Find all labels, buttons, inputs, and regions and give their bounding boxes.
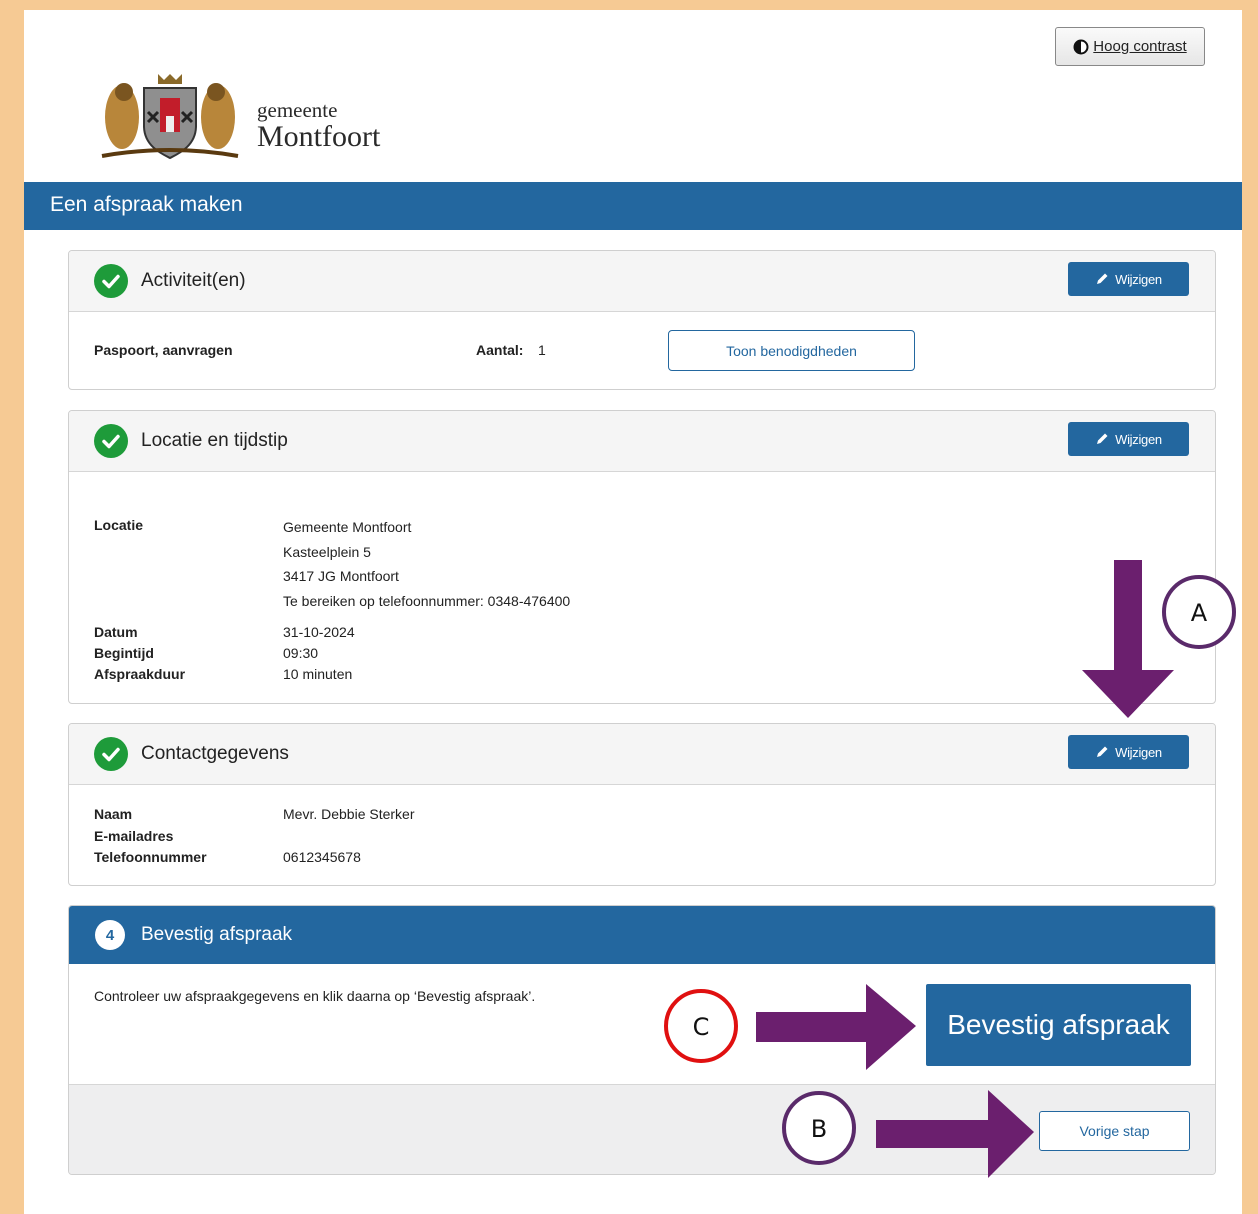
contact-title: Contactgegevens	[141, 743, 289, 764]
location-title: Locatie en tijdstip	[141, 430, 288, 451]
address-line: Te bereiken op telefoonnummer: 0348-4764…	[283, 593, 571, 609]
check-icon	[94, 737, 128, 771]
check-icon	[94, 424, 128, 458]
edit-contact-button[interactable]: Wijzigen	[1068, 735, 1189, 769]
page-title: Een afspraak maken	[24, 182, 1242, 230]
duration-value: 10 minuten	[283, 666, 353, 682]
edit-location-button[interactable]: Wijzigen	[1068, 422, 1189, 456]
count-label: Aantal:	[476, 342, 524, 358]
date-label: Datum	[94, 624, 138, 640]
address-line: 3417 JG Montfoort	[283, 568, 399, 584]
high-contrast-button[interactable]: Hoog contrast	[1055, 27, 1205, 66]
show-requirements-button[interactable]: Toon benodigdheden	[668, 330, 915, 371]
confirm-title: Bevestig afspraak	[141, 924, 293, 945]
name-value: Mevr. Debbie Sterker	[283, 806, 415, 822]
duration-label: Afspraakduur	[94, 666, 186, 682]
name-label: Naam	[94, 806, 133, 822]
confirm-panel: 4 Bevestig afspraak Controleer uw afspra…	[68, 905, 1216, 1175]
confirm-panel-footer: Vorige stap	[69, 1084, 1215, 1174]
confirm-appointment-button[interactable]: Bevestig afspraak	[926, 984, 1191, 1066]
step-number: 4	[95, 920, 125, 950]
contrast-icon	[1073, 39, 1089, 54]
phone-value: 0612345678	[283, 849, 361, 865]
contact-panel-header: Contactgegevens Wijzigen	[69, 724, 1215, 785]
start-time-value: 09:30	[283, 645, 319, 661]
start-time-label: Begintijd	[94, 645, 154, 661]
location-panel-header: Locatie en tijdstip Wijzigen	[69, 411, 1215, 472]
check-icon	[94, 264, 128, 298]
activity-name: Paspoort, aanvragen	[94, 342, 233, 358]
confirm-instruction: Controleer uw afspraakgegevens en klik d…	[94, 988, 536, 1004]
pencil-icon	[1097, 433, 1108, 444]
municipality-name: gemeente Montfoort	[257, 98, 380, 152]
high-contrast-label: Hoog contrast	[1093, 38, 1187, 55]
address-line: Gemeente Montfoort	[283, 519, 412, 535]
edit-label: Wijzigen	[1115, 431, 1162, 447]
pencil-icon	[1097, 273, 1108, 284]
activity-panel-header: Activiteit(en) Wijzigen	[69, 251, 1215, 312]
confirm-panel-header: 4 Bevestig afspraak	[69, 906, 1215, 964]
edit-activity-button[interactable]: Wijzigen	[1068, 262, 1189, 296]
activity-title: Activiteit(en)	[141, 270, 246, 291]
edit-label: Wijzigen	[1115, 271, 1162, 287]
edit-label: Wijzigen	[1115, 744, 1162, 760]
pencil-icon	[1097, 746, 1108, 757]
location-panel: Locatie en tijdstip Wijzigen Locatie Gem…	[68, 410, 1216, 704]
logo-big-text: Montfoort	[257, 120, 381, 153]
coat-of-arms-logo	[101, 74, 239, 160]
activity-panel: Activiteit(en) Wijzigen Paspoort, aanvra…	[68, 250, 1216, 390]
count-value: 1	[538, 342, 546, 358]
previous-step-button[interactable]: Vorige stap	[1039, 1111, 1190, 1151]
location-label: Locatie	[94, 517, 144, 533]
address-line: Kasteelplein 5	[283, 544, 371, 560]
phone-label: Telefoonnummer	[94, 849, 207, 865]
date-value: 31-10-2024	[283, 624, 355, 640]
email-label: E-mailadres	[94, 828, 174, 844]
logo-small-text: gemeente	[257, 98, 338, 122]
contact-panel: Contactgegevens Wijzigen Naam Mevr. Debb…	[68, 723, 1216, 886]
